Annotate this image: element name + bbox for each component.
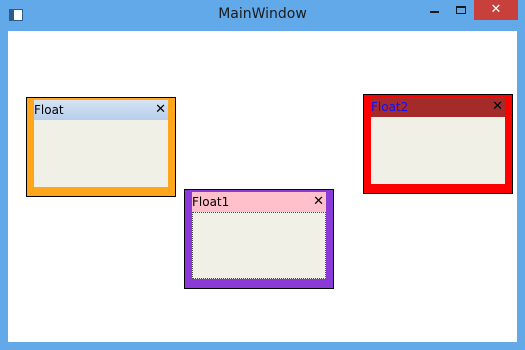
close-icon[interactable]: ✕ <box>155 100 166 120</box>
minimize-button[interactable] <box>422 0 448 20</box>
close-icon[interactable]: ✕ <box>492 97 503 117</box>
float2-panel[interactable]: Float2 ✕ <box>363 94 513 194</box>
float1-panel[interactable]: Float1 ✕ <box>184 189 334 289</box>
float2-title-bar[interactable]: Float2 ✕ <box>371 97 505 117</box>
float-title-bar[interactable]: Float ✕ <box>34 100 168 120</box>
float-body <box>34 120 168 187</box>
float1-body[interactable] <box>192 212 326 279</box>
float-title: Float <box>34 103 64 117</box>
close-icon[interactable]: ✕ <box>313 192 324 212</box>
close-button[interactable]: ✕ <box>474 0 518 20</box>
maximize-button[interactable] <box>448 0 474 20</box>
float-panel[interactable]: Float ✕ <box>26 97 176 197</box>
float2-title: Float2 <box>371 100 409 114</box>
main-window: MainWindow ✕ Float ✕ Float1 ✕ Float2 ✕ <box>0 0 525 350</box>
float1-title-bar[interactable]: Float1 ✕ <box>192 192 326 212</box>
float2-body <box>371 117 505 184</box>
float1-title: Float1 <box>192 195 230 209</box>
title-bar[interactable]: MainWindow ✕ <box>0 0 525 31</box>
close-icon: ✕ <box>490 2 502 17</box>
